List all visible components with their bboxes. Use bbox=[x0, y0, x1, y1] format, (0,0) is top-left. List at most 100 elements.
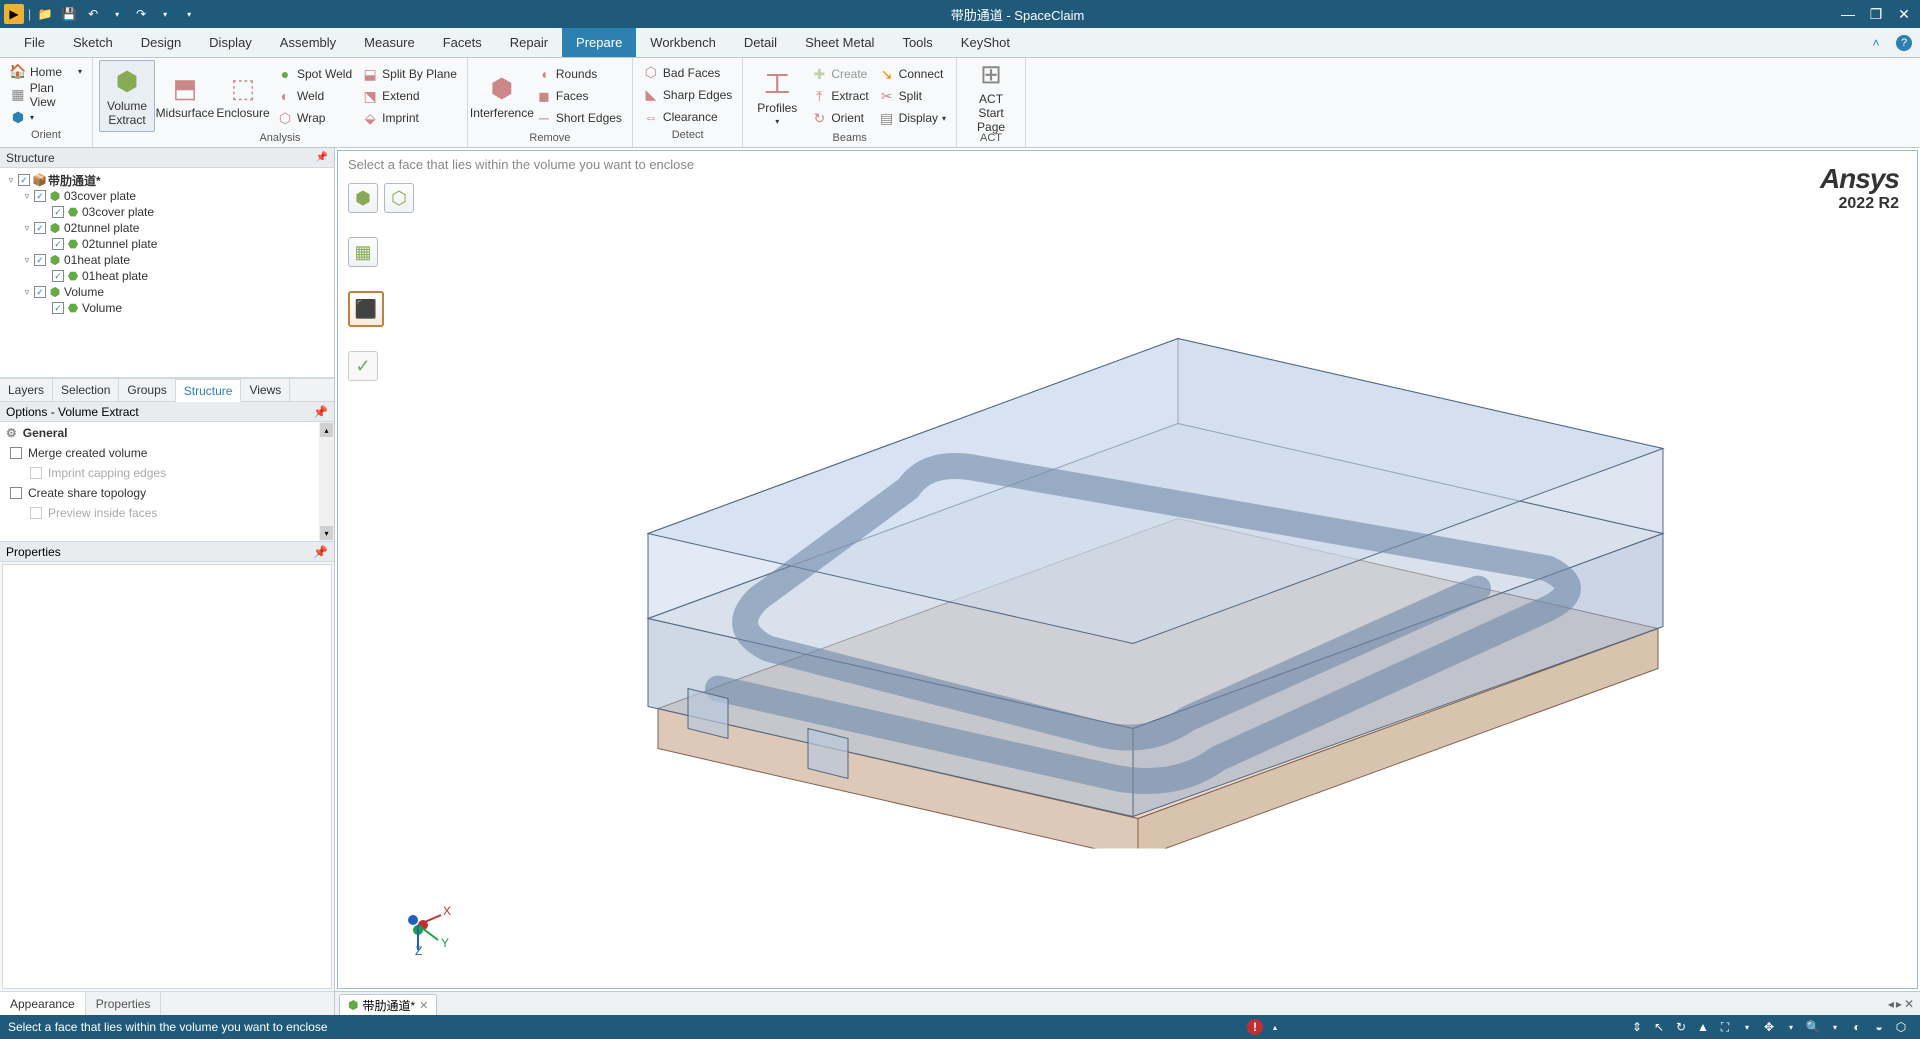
tab-appearance[interactable]: Appearance bbox=[0, 992, 86, 1015]
rounds-button[interactable]: ◖Rounds bbox=[532, 63, 626, 85]
tree-node[interactable]: ✓⬣01heat plate bbox=[2, 268, 332, 284]
options-pin-icon[interactable]: 📌 bbox=[313, 405, 328, 419]
structure-tree[interactable]: ▿✓📦 带肋通道* ▿✓⬢03cover plate ✓⬣03cover pla… bbox=[0, 168, 334, 378]
clearance-button[interactable]: ⇔Clearance bbox=[639, 106, 736, 128]
badfaces-button[interactable]: ⬡Bad Faces bbox=[639, 62, 736, 84]
sb-zoom-icon[interactable]: 🔍 bbox=[1803, 1018, 1823, 1036]
display-beam-button[interactable]: ▤Display ▾ bbox=[875, 107, 950, 129]
profiles-button[interactable]: 工 Profiles ▾ bbox=[749, 60, 805, 132]
sb-cursor-icon[interactable]: ↖ bbox=[1649, 1018, 1669, 1036]
properties-pin-icon[interactable]: 📌 bbox=[313, 545, 328, 559]
enclosure-button[interactable]: ⬚ Enclosure bbox=[215, 60, 271, 132]
orient-cube-button[interactable]: ⬢▾ bbox=[6, 107, 86, 129]
save-icon[interactable]: 💾 bbox=[59, 4, 79, 24]
splitbyplane-button[interactable]: ⬓Split By Plane bbox=[358, 63, 461, 85]
menu-tools[interactable]: Tools bbox=[888, 28, 946, 57]
menu-facets[interactable]: Facets bbox=[429, 28, 496, 57]
qat-customize-icon[interactable]: ▾ bbox=[179, 4, 199, 24]
tree-node[interactable]: ✓⬣Volume bbox=[2, 300, 332, 316]
split-button[interactable]: ✂Split bbox=[875, 85, 950, 107]
sb-dropdown1-icon[interactable]: ▾ bbox=[1737, 1018, 1757, 1036]
undo-dropdown-icon[interactable]: ▾ bbox=[107, 4, 127, 24]
menu-assembly[interactable]: Assembly bbox=[266, 28, 350, 57]
menu-detail[interactable]: Detail bbox=[730, 28, 791, 57]
minimize-button[interactable]: — bbox=[1836, 4, 1860, 24]
help-icon[interactable]: ? bbox=[1896, 35, 1912, 51]
tab-properties[interactable]: Properties bbox=[86, 992, 162, 1015]
sb-dropdown3-icon[interactable]: ▾ bbox=[1825, 1018, 1845, 1036]
undo-icon[interactable]: ↶ bbox=[83, 4, 103, 24]
redo-dropdown-icon[interactable]: ▾ bbox=[155, 4, 175, 24]
menu-repair[interactable]: Repair bbox=[496, 28, 562, 57]
spotweld-button[interactable]: ●Spot Weld bbox=[273, 63, 356, 85]
tab-close-icon[interactable]: ✕ bbox=[419, 999, 428, 1012]
tree-node[interactable]: ▿✓⬢01heat plate bbox=[2, 252, 332, 268]
error-indicator-icon[interactable]: ! bbox=[1247, 1019, 1263, 1035]
viewport[interactable]: Select a face that lies within the volum… bbox=[337, 150, 1918, 989]
act-start-button[interactable]: ⊞ ACT Start Page bbox=[963, 60, 1019, 132]
tree-node[interactable]: ✓⬣02tunnel plate bbox=[2, 236, 332, 252]
menu-workbench[interactable]: Workbench bbox=[636, 28, 730, 57]
ribbon-collapse-icon[interactable]: ˄ bbox=[1864, 28, 1888, 57]
sb-fit-icon[interactable]: ⛶ bbox=[1715, 1018, 1735, 1036]
tab-views[interactable]: Views bbox=[241, 379, 290, 401]
extract-button[interactable]: ⤒Extract bbox=[807, 85, 872, 107]
document-tab[interactable]: ⬢ 带肋通道* ✕ bbox=[339, 994, 437, 1015]
redo-icon[interactable]: ↷ bbox=[131, 4, 151, 24]
sb-dropdown2-icon[interactable]: ▾ bbox=[1781, 1018, 1801, 1036]
tree-node[interactable]: ▿✓⬢Volume bbox=[2, 284, 332, 300]
faces-button[interactable]: ◼Faces bbox=[532, 85, 626, 107]
maximize-button[interactable]: ❐ bbox=[1864, 4, 1888, 24]
menu-sheetmetal[interactable]: Sheet Metal bbox=[791, 28, 888, 57]
sb-nav-up-icon[interactable]: ⇕ bbox=[1627, 1018, 1647, 1036]
sb-edge-icon[interactable]: ⬡ bbox=[1891, 1018, 1911, 1036]
sb-move-icon[interactable]: ✥ bbox=[1759, 1018, 1779, 1036]
tab-structure[interactable]: Structure bbox=[176, 379, 242, 402]
open-icon[interactable]: 📁 bbox=[35, 4, 55, 24]
tree-node[interactable]: ✓⬣03cover plate bbox=[2, 204, 332, 220]
tab-layers[interactable]: Layers bbox=[0, 379, 53, 401]
orient-beam-button[interactable]: ↻Orient bbox=[807, 107, 872, 129]
tab-nav-right[interactable]: ▸ bbox=[1896, 997, 1902, 1011]
close-button[interactable]: ✕ bbox=[1892, 4, 1916, 24]
imprint-button[interactable]: ⬙Imprint bbox=[358, 107, 461, 129]
options-scrollbar[interactable]: ▴ ▾ bbox=[319, 422, 334, 541]
vp-tool-1[interactable]: ⬢ bbox=[348, 183, 378, 213]
shortedges-button[interactable]: ─Short Edges bbox=[532, 107, 626, 129]
vp-tool-3[interactable]: ▦ bbox=[348, 237, 378, 267]
options-section-general[interactable]: ⚙ General bbox=[6, 426, 328, 440]
menu-keyshot[interactable]: KeyShot bbox=[947, 28, 1024, 57]
menu-design[interactable]: Design bbox=[127, 28, 195, 57]
create-button[interactable]: ✚Create bbox=[807, 63, 872, 85]
vp-tool-2[interactable]: ⬡ bbox=[384, 183, 414, 213]
menu-measure[interactable]: Measure bbox=[350, 28, 429, 57]
menu-display[interactable]: Display bbox=[195, 28, 266, 57]
tab-groups[interactable]: Groups bbox=[119, 379, 175, 401]
sb-rotate-icon[interactable]: ↻ bbox=[1671, 1018, 1691, 1036]
extend-button[interactable]: ⬔Extend bbox=[358, 85, 461, 107]
weld-button[interactable]: ◐Weld bbox=[273, 85, 356, 107]
menu-file[interactable]: File bbox=[10, 28, 59, 57]
sb-select-icon[interactable]: ▲ bbox=[1693, 1018, 1713, 1036]
wrap-button[interactable]: ⬡Wrap bbox=[273, 107, 356, 129]
vp-tool-confirm[interactable]: ✓ bbox=[348, 351, 378, 381]
tree-node[interactable]: ▿✓⬢03cover plate bbox=[2, 188, 332, 204]
menu-sketch[interactable]: Sketch bbox=[59, 28, 127, 57]
interference-button[interactable]: ⬢ Interference bbox=[474, 60, 530, 132]
planview-button[interactable]: ▦Plan View bbox=[6, 84, 86, 106]
home-button[interactable]: 🏠Home▾ bbox=[6, 61, 86, 83]
menu-prepare[interactable]: Prepare bbox=[562, 28, 636, 57]
app-icon[interactable]: ▶ bbox=[4, 4, 24, 24]
midsurface-button[interactable]: ⬒ Midsurface bbox=[157, 60, 213, 132]
volume-extract-button[interactable]: ⬢ Volume Extract bbox=[99, 60, 155, 132]
tree-node[interactable]: ▿✓⬢02tunnel plate bbox=[2, 220, 332, 236]
tab-close-all[interactable]: ✕ bbox=[1904, 997, 1914, 1011]
tab-selection[interactable]: Selection bbox=[53, 379, 119, 401]
sharpedges-button[interactable]: ◣Sharp Edges bbox=[639, 84, 736, 106]
option-share-topology[interactable]: Create share topology bbox=[6, 486, 328, 500]
status-dropdown-icon[interactable]: ▴ bbox=[1265, 1018, 1285, 1036]
tree-root[interactable]: ▿✓📦 带肋通道* bbox=[2, 172, 332, 188]
connect-button[interactable]: ↘Connect bbox=[875, 63, 950, 85]
vp-tool-active[interactable]: ⬛ bbox=[348, 291, 384, 327]
option-merge-volume[interactable]: Merge created volume bbox=[6, 446, 328, 460]
